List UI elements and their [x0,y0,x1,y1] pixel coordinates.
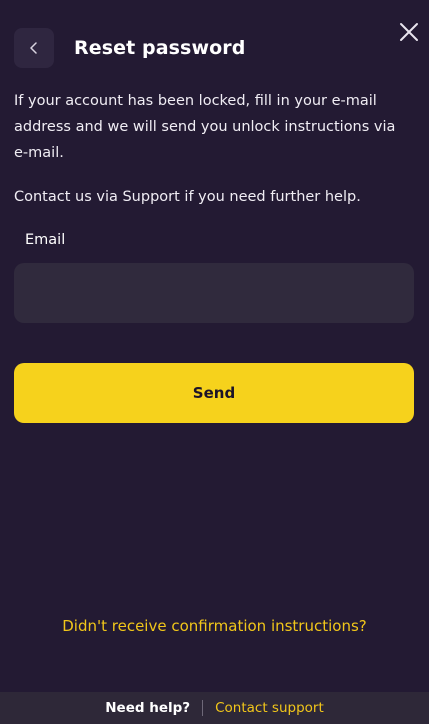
email-label: Email [25,232,66,248]
close-icon [400,23,418,41]
page-title: Reset password [74,37,246,59]
confirmation-instructions-link[interactable]: Didn't receive confirmation instructions… [0,617,429,635]
footer: Need help? Contact support [0,692,429,724]
description-support-text: Contact us via Support if you need furth… [14,189,361,205]
footer-divider [202,700,204,716]
close-button[interactable] [397,20,421,44]
chevron-left-icon [30,42,37,54]
need-help-text: Need help? [105,700,191,716]
back-button[interactable] [14,28,54,68]
send-button[interactable]: Send [14,363,414,423]
contact-support-link[interactable]: Contact support [215,700,324,716]
email-field[interactable] [14,263,414,323]
description: If your account has been locked, fill in… [14,88,409,210]
description-unlock-text: If your account has been locked, fill in… [14,93,396,161]
reset-password-modal: Reset password If your account has been … [0,0,429,724]
modal-header: Reset password [14,28,245,68]
